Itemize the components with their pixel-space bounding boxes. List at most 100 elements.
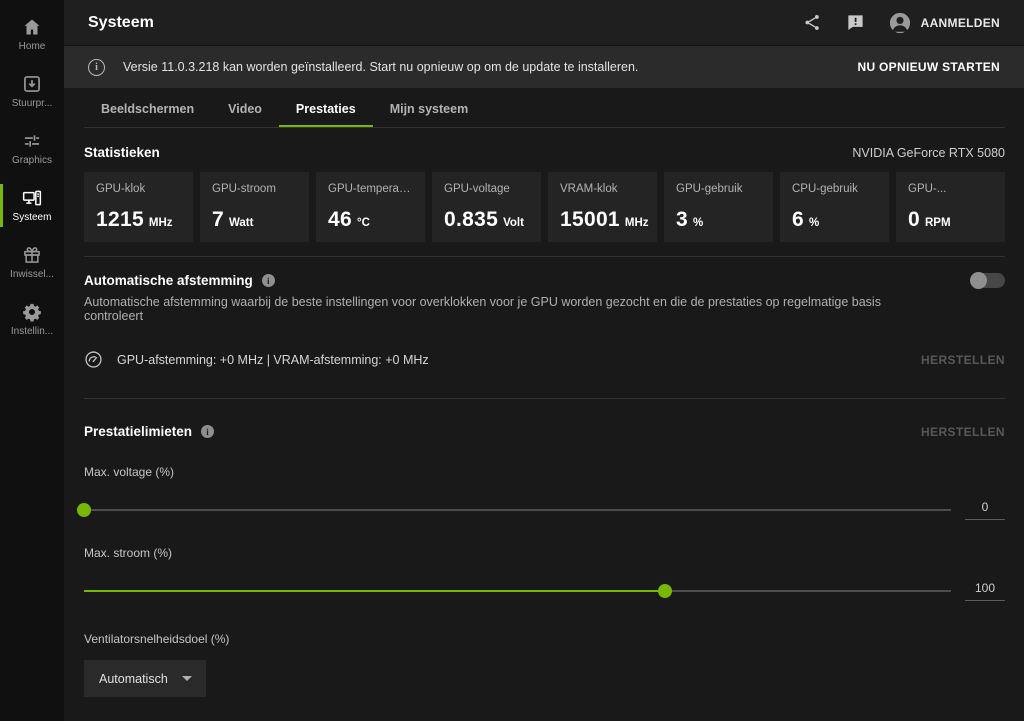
gear-icon <box>22 302 42 322</box>
stat-card-value: 7 <box>212 208 224 232</box>
sidebar-item-label: Instellin... <box>11 326 53 337</box>
sidebar-item-home[interactable]: Home <box>0 6 64 63</box>
restart-now-button[interactable]: NU OPNIEUW STARTEN <box>857 60 1000 74</box>
auto-tuning-title: Automatische afstemming <box>84 273 253 288</box>
stat-cards: GPU-klok 1215 MHz GPU-stroom 7 Watt GP <box>84 172 1005 242</box>
slider[interactable] <box>84 503 951 517</box>
sidebar-item-label: Graphics <box>12 155 52 166</box>
slider-thumb[interactable] <box>77 503 91 517</box>
stat-card: GPU-stroom 7 Watt <box>200 172 309 242</box>
stat-card: GPU-... 0 RPM <box>896 172 1005 242</box>
sidebar-item-label: Stuurpr... <box>12 98 53 109</box>
gauge-icon <box>84 350 103 369</box>
top-header: Systeem AANMELDEN <box>64 0 1024 46</box>
stat-card-label: GPU-klok <box>96 183 181 195</box>
slider-thumb[interactable] <box>658 584 672 598</box>
chevron-down-icon <box>182 676 192 681</box>
slider-label: Max. voltage (%) <box>84 465 1005 479</box>
info-icon: i <box>88 59 105 76</box>
update-message: Versie 11.0.3.218 kan worden geïnstallee… <box>123 60 638 74</box>
restore-button[interactable]: HERSTELLEN <box>921 353 1005 367</box>
stat-card: GPU-klok 1215 MHz <box>84 172 193 242</box>
slider-group: Max. stroom (%) 100 <box>84 546 1005 601</box>
stat-card-value: 6 <box>792 208 804 232</box>
stat-card-unit: MHz <box>149 217 173 229</box>
feedback-icon[interactable] <box>846 13 865 32</box>
stat-card-unit: RPM <box>925 217 951 229</box>
stat-card-unit: MHz <box>625 217 649 229</box>
tab-mijn-systeem[interactable]: Mijn systeem <box>373 94 486 127</box>
stat-card-unit: Volt <box>503 217 524 229</box>
content-area: Beeldschermen Video Prestaties Mijn syst… <box>64 88 1024 721</box>
slider-value-field[interactable]: 0 <box>965 500 1005 520</box>
home-icon <box>22 17 42 37</box>
stat-card-value: 3 <box>676 208 688 232</box>
stat-card: GPU-temperatuur 46 °C <box>316 172 425 242</box>
stat-card-label: GPU-voltage <box>444 183 529 195</box>
slider-label: Max. stroom (%) <box>84 546 1005 560</box>
stat-card-label: GPU-gebruik <box>676 183 761 195</box>
info-icon[interactable]: i <box>262 274 275 287</box>
slider-group: Max. voltage (%) 0 <box>84 465 1005 520</box>
sidebar-item-stuurpr[interactable]: Stuurpr... <box>0 63 64 120</box>
header-actions: AANMELDEN <box>803 12 1000 34</box>
stat-card-value: 0 <box>908 208 920 232</box>
auto-tuning-description: Automatische afstemming waarbij de beste… <box>84 295 1005 323</box>
sidebar-item-instellin[interactable]: Instellin... <box>0 291 64 348</box>
stat-card-unit: % <box>809 217 819 229</box>
tab-beeldschermen[interactable]: Beeldschermen <box>84 94 211 127</box>
restore-button[interactable]: HERSTELLEN <box>921 425 1005 439</box>
tab-video[interactable]: Video <box>211 94 279 127</box>
stat-card-label: GPU-temperatuur <box>328 183 413 195</box>
section-divider <box>84 256 1005 257</box>
gpu-name: NVIDIA GeForce RTX 5080 <box>852 146 1005 160</box>
performance-limits-section: Prestatielimieten i HERSTELLEN Max. volt… <box>84 424 1005 697</box>
stat-card: GPU-voltage 0.835 Volt <box>432 172 541 242</box>
stat-card-unit: % <box>693 217 703 229</box>
info-icon[interactable]: i <box>201 425 214 438</box>
sidebar-item-systeem[interactable]: Systeem <box>0 177 64 234</box>
sidebar-item-inwissel[interactable]: Inwissel... <box>0 234 64 291</box>
update-banner: i Versie 11.0.3.218 kan worden geïnstall… <box>64 46 1024 88</box>
stat-card-value: 15001 <box>560 208 620 232</box>
stat-card-unit: Watt <box>229 217 253 229</box>
sidebar-item-graphics[interactable]: Graphics <box>0 120 64 177</box>
system-pc-icon <box>22 188 42 208</box>
auto-tuning-section: Automatische afstemming i Automatische a… <box>84 273 1005 399</box>
page-title: Systeem <box>88 14 154 32</box>
fan-speed-dropdown[interactable]: Automatisch <box>84 660 206 697</box>
sidebar-item-label: Systeem <box>13 212 52 223</box>
tuning-offsets: GPU-afstemming: +0 MHz | VRAM-afstemming… <box>117 353 429 367</box>
section-divider <box>84 398 1005 399</box>
stat-card-value: 46 <box>328 208 352 232</box>
sign-in-label: AANMELDEN <box>921 16 1000 30</box>
avatar-icon <box>889 12 911 34</box>
performance-limits-title: Prestatielimieten <box>84 424 192 439</box>
stat-card: VRAM-klok 15001 MHz <box>548 172 657 242</box>
fan-speed-selected: Automatisch <box>99 672 168 686</box>
tab-prestaties[interactable]: Prestaties <box>279 94 373 127</box>
sidebar-item-label: Inwissel... <box>10 269 54 280</box>
statistics-header: Statistieken NVIDIA GeForce RTX 5080 <box>84 145 1005 160</box>
nvidia-app-window: Home Stuurpr... Graphics Systeem Inwisse… <box>0 0 1024 721</box>
fan-speed-label: Ventilatorsnelheidsdoel (%) <box>84 632 1005 646</box>
stat-card-label: GPU-stroom <box>212 183 297 195</box>
sign-in-button[interactable]: AANMELDEN <box>889 12 1000 34</box>
sidebar: Home Stuurpr... Graphics Systeem Inwisse… <box>0 0 64 721</box>
gift-icon <box>22 245 42 265</box>
statistics-title: Statistieken <box>84 145 160 160</box>
stat-card-unit: °C <box>357 217 370 229</box>
sliders-icon <box>22 131 42 151</box>
sidebar-item-label: Home <box>19 41 46 52</box>
share-icon[interactable] <box>803 13 822 32</box>
auto-tuning-toggle[interactable] <box>971 273 1005 288</box>
stat-card-label: CPU-gebruik <box>792 183 877 195</box>
stat-card: CPU-gebruik 6 % <box>780 172 889 242</box>
stat-card-value: 1215 <box>96 208 144 232</box>
stat-card-value: 0.835 <box>444 208 498 232</box>
tab-bar: Beeldschermen Video Prestaties Mijn syst… <box>84 94 1005 128</box>
slider[interactable] <box>84 584 951 598</box>
sliders-container: Max. voltage (%) 0 Max. stroom (%) <box>84 465 1005 601</box>
slider-value-field[interactable]: 100 <box>965 581 1005 601</box>
stat-card-label: GPU-... <box>908 183 993 195</box>
